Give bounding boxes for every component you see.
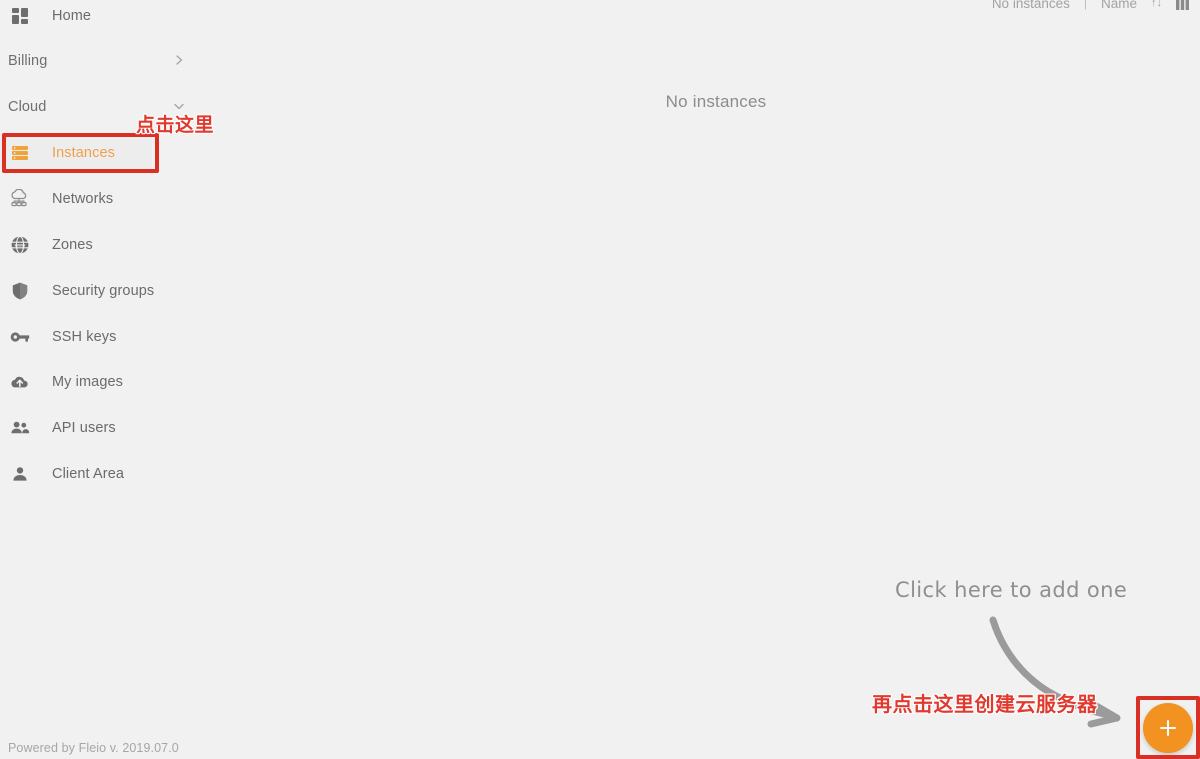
instances-count-label: No instances bbox=[991, 0, 1070, 11]
sidebar-item-label: Instances bbox=[52, 145, 115, 161]
main-content: No instances | Name ↑↓ No instances Clic… bbox=[232, 0, 1200, 759]
sidebar-item-label: Home bbox=[52, 8, 92, 24]
sidebar-item-label: Networks bbox=[52, 191, 114, 207]
cloud-network-icon bbox=[6, 189, 34, 209]
sidebar-group-label: Cloud bbox=[8, 99, 47, 115]
footer-powered-by: Powered by Fleio v. 2019.07.0 bbox=[8, 741, 179, 755]
sidebar-item-label: Client Area bbox=[52, 466, 125, 482]
sidebar-item-label: Zones bbox=[52, 237, 93, 253]
sidebar-item-zones[interactable]: www Zones bbox=[0, 229, 232, 261]
sidebar-item-ssh-keys[interactable]: SSH keys bbox=[0, 321, 232, 353]
sidebar: Home Billing Cloud Instances Networks ww… bbox=[0, 0, 232, 759]
sidebar-item-client-area[interactable]: Client Area bbox=[0, 458, 232, 490]
sidebar-item-instances[interactable]: Instances bbox=[0, 137, 152, 169]
dashboard-grid-icon bbox=[6, 6, 34, 26]
sidebar-group-label: Billing bbox=[8, 53, 48, 69]
sort-direction-icon[interactable]: ↑↓ bbox=[1151, 0, 1162, 9]
sidebar-item-label: My images bbox=[52, 374, 123, 390]
sidebar-item-home[interactable]: Home bbox=[0, 0, 232, 32]
fleio-cloud-panel: Home Billing Cloud Instances Networks ww… bbox=[0, 0, 1200, 759]
sidebar-item-my-images[interactable]: My images bbox=[0, 366, 232, 398]
instances-toolbar: No instances | Name ↑↓ bbox=[992, 0, 1192, 12]
sidebar-group-billing[interactable]: Billing bbox=[0, 48, 196, 74]
toolbar-separator: | bbox=[1083, 0, 1087, 10]
add-instance-fab[interactable] bbox=[1143, 703, 1193, 753]
server-stack-icon bbox=[6, 143, 34, 163]
sidebar-group-cloud[interactable]: Cloud bbox=[0, 94, 196, 120]
key-icon bbox=[6, 328, 34, 346]
sidebar-item-security-groups[interactable]: Security groups bbox=[0, 275, 232, 307]
chevron-right-icon bbox=[172, 53, 186, 70]
globe-www-icon: www bbox=[6, 234, 34, 256]
svg-text:www: www bbox=[14, 243, 26, 248]
sidebar-item-label: API users bbox=[52, 420, 116, 436]
cloud-upload-icon bbox=[6, 373, 34, 391]
sidebar-item-api-users[interactable]: API users bbox=[0, 412, 232, 444]
sidebar-item-label: SSH keys bbox=[52, 329, 117, 345]
sidebar-item-label: Security groups bbox=[52, 283, 155, 299]
grid-view-icon[interactable] bbox=[1176, 0, 1192, 10]
plus-icon-vertical bbox=[1167, 720, 1169, 736]
empty-state-message: No instances bbox=[665, 92, 767, 111]
user-icon bbox=[6, 465, 34, 483]
users-icon bbox=[6, 419, 34, 437]
sidebar-item-networks[interactable]: Networks bbox=[0, 183, 232, 215]
sort-by-name-button[interactable]: Name bbox=[1101, 0, 1137, 11]
shield-icon bbox=[6, 281, 34, 301]
curved-arrow-icon bbox=[989, 616, 1121, 728]
add-instance-hint-text: Click here to add one bbox=[895, 578, 1128, 602]
chevron-down-icon bbox=[172, 99, 186, 116]
